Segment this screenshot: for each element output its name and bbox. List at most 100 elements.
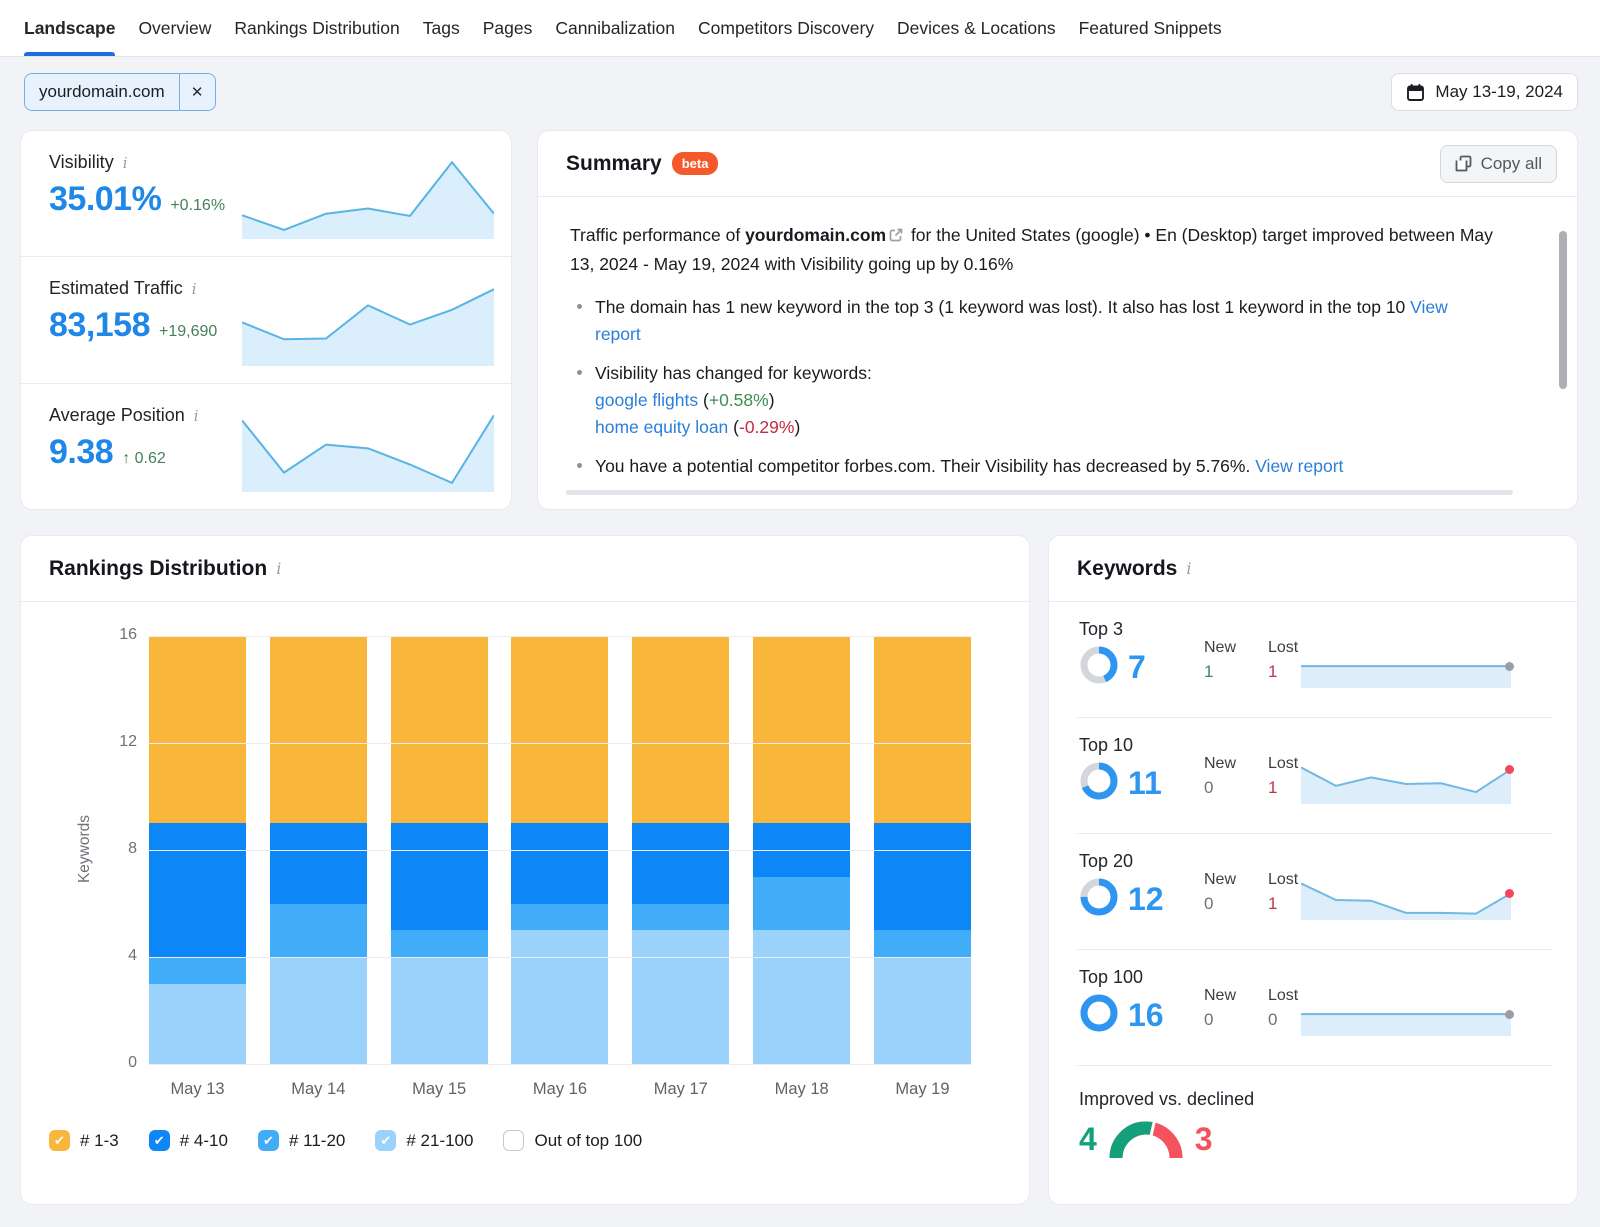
top10-spark-end-dot — [1505, 764, 1514, 774]
bar-segment-11-20 — [632, 903, 730, 931]
metric-label: Visibility — [49, 152, 114, 172]
summary-bullet: The domain has 1 new keyword in the top … — [570, 294, 1497, 347]
keyword-row-top-20: Top 20 12 New 0 Lost 1 — [1049, 834, 1577, 950]
info-icon[interactable]: i — [194, 407, 199, 425]
bar-segment-1-3 — [269, 636, 367, 824]
grid-line — [149, 1064, 971, 1065]
keyword-count: 11 — [1128, 765, 1162, 801]
nav-tab-devices-locations[interactable]: Devices & Locations — [897, 0, 1056, 56]
metric-value: 9.38 — [49, 432, 114, 471]
bar-segment-21-100 — [149, 983, 246, 1064]
summary-vertical-scrollbar[interactable] — [1559, 231, 1567, 389]
summary-text: You have a potential competitor forbes.c… — [595, 456, 1256, 477]
legend-label: # 1-3 — [80, 1130, 119, 1150]
keyword-donut — [1079, 761, 1119, 806]
legend-item-21-100: ✔ # 21-100 — [375, 1130, 473, 1151]
legend-checkbox[interactable]: ✔ — [257, 1130, 279, 1151]
legend-checkbox[interactable]: ✔ — [148, 1130, 170, 1151]
keywords-header: Keywords i — [1049, 536, 1577, 602]
nav-tab-overview[interactable]: Overview — [138, 0, 211, 56]
keyword-count: 7 — [1128, 649, 1146, 685]
metric-visibility: Visibility i 35.01% +0.16% — [21, 131, 511, 256]
nav-tab-cannibalization[interactable]: Cannibalization — [555, 0, 675, 56]
info-icon[interactable]: i — [123, 154, 128, 172]
info-icon[interactable]: i — [192, 280, 197, 298]
copy-icon — [1455, 155, 1472, 172]
info-icon[interactable]: i — [276, 559, 281, 578]
legend-label: # 11-20 — [288, 1130, 346, 1150]
keyword-row-top-10: Top 10 11 New 0 Lost 1 — [1049, 718, 1577, 834]
bar-segment-4-10 — [390, 823, 488, 931]
top-100-sparkline — [1301, 996, 1514, 1036]
x-label: May 16 — [532, 1080, 588, 1098]
summary-title: Summary — [566, 151, 662, 175]
nav-tab-competitors-discovery[interactable]: Competitors Discovery — [698, 0, 874, 56]
date-range-button[interactable]: May 13-19, 2024 — [1391, 73, 1578, 111]
legend-checkbox[interactable]: ✔ — [49, 1130, 70, 1151]
metric-change: ↑ 0.62 — [122, 449, 166, 467]
keyword-count: 12 — [1128, 881, 1164, 917]
legend-item-4-10: ✔ # 4-10 — [148, 1130, 228, 1151]
bar-segment-21-100 — [873, 957, 971, 1064]
summary-header: Summary beta Copy all — [538, 131, 1577, 197]
metric-value: 83,158 — [49, 306, 151, 345]
bar-segment-4-10 — [149, 823, 246, 957]
keywords-title: Keywords — [1077, 556, 1178, 580]
keyword-row-label: Top 20 — [1079, 851, 1134, 871]
nav-tab-landscape[interactable]: Landscape — [24, 0, 116, 56]
keywords-rows: Top 3 7 New 1 Lost 1 Top 10 11 New 0 Lost 1 Top 20 12… — [1049, 602, 1577, 1066]
bar-segment-1-3 — [511, 636, 609, 824]
domain-filter-chip[interactable]: yourdomain.com ✕ — [24, 73, 216, 111]
grid-line — [149, 850, 971, 851]
summary-bullet: You have a potential competitor forbes.c… — [570, 453, 1497, 480]
bar-segment-21-100 — [632, 930, 730, 1064]
info-icon[interactable]: i — [1186, 559, 1191, 578]
legend-item-1-3: ✔ # 1-3 — [49, 1130, 119, 1151]
external-link-icon[interactable] — [888, 224, 904, 251]
date-range-label: May 13-19, 2024 — [1435, 82, 1563, 101]
x-label: May 18 — [774, 1080, 829, 1098]
legend-label: # 4-10 — [179, 1130, 228, 1150]
summary-horizontal-scrollbar[interactable] — [566, 490, 1513, 495]
new-column: New 0 — [1204, 755, 1254, 798]
view-report-link[interactable]: google flights — [595, 390, 698, 410]
declined-count: 3 — [1194, 1120, 1213, 1157]
keyword-donut — [1079, 645, 1119, 690]
new-column-value: 0 — [1204, 1010, 1214, 1029]
grid-line — [149, 636, 971, 637]
metrics-card: Visibility i 35.01% +0.16% Estimated Traffic… — [20, 130, 512, 510]
bar-segment-4-10 — [269, 823, 367, 904]
view-report-link[interactable]: View report — [1255, 456, 1343, 476]
legend-checkbox[interactable]: ✔ — [375, 1130, 397, 1151]
bullet-dot — [577, 370, 582, 376]
improved-declined-label: Improved vs. declined — [1079, 1089, 1255, 1109]
nav-tab-rankings-distribution[interactable]: Rankings Distribution — [234, 0, 399, 56]
bar-segment-21-100 — [390, 957, 488, 1064]
bar-segment-11-20 — [753, 876, 851, 931]
new-column-value: 0 — [1204, 894, 1214, 913]
grid-line — [149, 743, 971, 744]
legend-item-11-20: ✔ # 11-20 — [257, 1130, 346, 1151]
nav-tab-pages[interactable]: Pages — [483, 0, 533, 56]
keyword-donut — [1079, 993, 1119, 1038]
nav-tab-featured-snippets[interactable]: Featured Snippets — [1079, 0, 1222, 56]
copy-all-button[interactable]: Copy all — [1439, 144, 1557, 183]
bar-segment-11-20 — [511, 903, 609, 931]
legend-checkbox[interactable] — [503, 1130, 525, 1151]
improved-count: 4 — [1079, 1120, 1097, 1157]
bar-segment-11-20 — [873, 930, 971, 957]
keyword-row-label: Top 3 — [1079, 619, 1124, 639]
new-column: New 0 — [1204, 987, 1254, 1030]
bullet-dot — [577, 463, 582, 469]
view-report-link[interactable]: home equity loan — [595, 417, 728, 437]
remove-domain-icon[interactable]: ✕ — [178, 74, 215, 110]
summary-text: +0.58% — [708, 389, 769, 410]
summary-text: yourdomain.com — [745, 225, 887, 245]
nav-tab-tags[interactable]: Tags — [423, 0, 460, 56]
rankings-title: Rankings Distribution — [49, 556, 268, 580]
keyword-row-label: Top 10 — [1079, 735, 1134, 755]
x-axis-labels: May 13 May 14 May 15 May 16 May 17 May 18 May … — [149, 1080, 971, 1099]
x-label: May 13 — [170, 1080, 225, 1098]
improved-declined-section: Improved vs. declined 4 3 — [1049, 1068, 1577, 1160]
summary-text: Visibility has changed for keywords: — [595, 363, 872, 384]
